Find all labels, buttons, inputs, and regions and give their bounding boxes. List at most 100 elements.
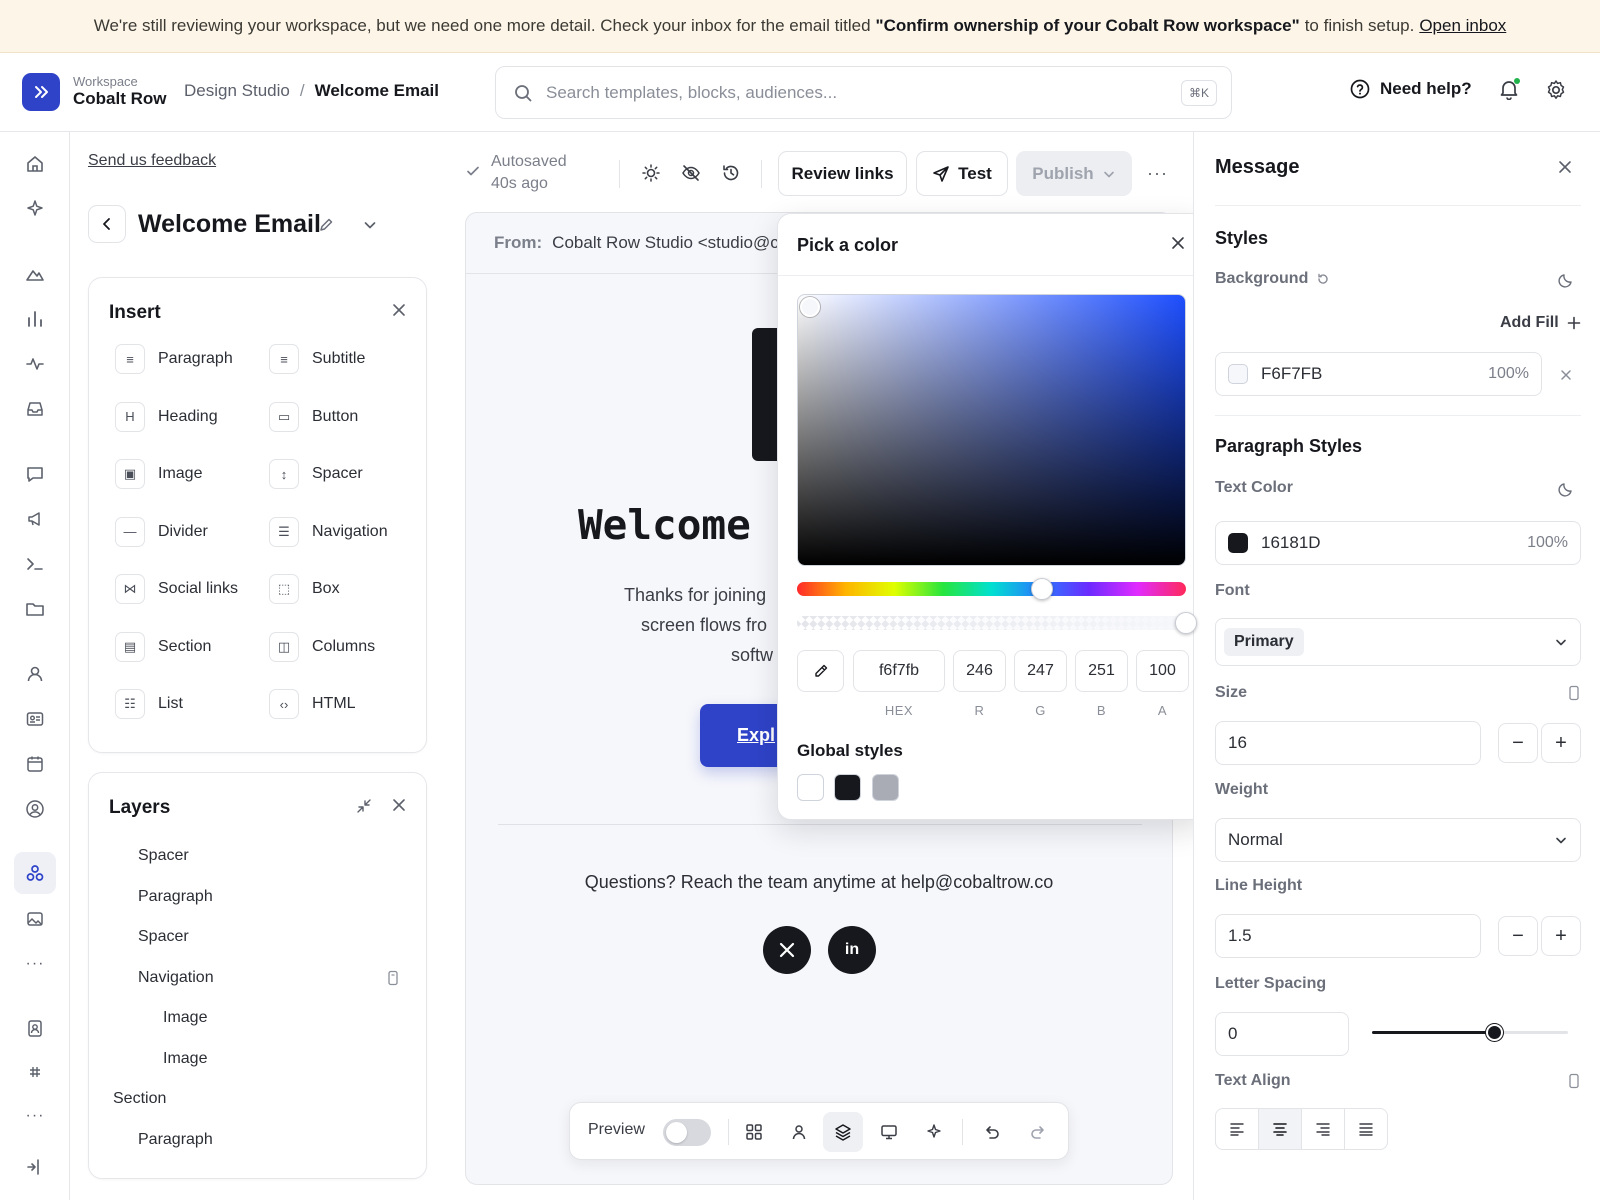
- close-insert-button[interactable]: [392, 303, 406, 317]
- more-apps-icon[interactable]: ···: [24, 953, 46, 975]
- audience-icon[interactable]: [14, 852, 56, 894]
- gallery-icon[interactable]: [24, 908, 46, 930]
- hex-input[interactable]: f6f7fb: [853, 650, 945, 692]
- align-left-icon[interactable]: [1216, 1109, 1259, 1149]
- collapse-rail-icon[interactable]: [24, 1156, 46, 1178]
- insert-item-paragraph[interactable]: ≡ Paragraph: [115, 344, 233, 374]
- email-heading[interactable]: Welcome t: [578, 501, 800, 549]
- remove-fill-button[interactable]: [1560, 369, 1572, 381]
- blocks-grid-icon[interactable]: [742, 1120, 766, 1144]
- insert-item-columns[interactable]: ◫ Columns: [269, 631, 375, 662]
- align-right-icon[interactable]: [1302, 1109, 1345, 1149]
- magic-icon[interactable]: [922, 1120, 946, 1144]
- global-swatch-gray[interactable]: [872, 774, 899, 801]
- red-input[interactable]: 246: [953, 650, 1006, 692]
- layer-item[interactable]: Image: [163, 1050, 207, 1068]
- size-input[interactable]: 16: [1215, 721, 1481, 765]
- alpha-input[interactable]: 100: [1136, 650, 1189, 692]
- notifications-button[interactable]: [1498, 78, 1520, 100]
- close-panel-button[interactable]: [1558, 160, 1572, 174]
- saturation-value-area[interactable]: [797, 294, 1186, 566]
- responsive-align-icon[interactable]: [1569, 1073, 1579, 1089]
- letter-spacing-input[interactable]: 0: [1215, 1012, 1349, 1056]
- text-color-field[interactable]: 16181D 100%: [1215, 521, 1581, 565]
- search-input[interactable]: Search templates, blocks, audiences...: [546, 83, 1181, 103]
- test-button[interactable]: Test: [916, 151, 1008, 196]
- folder-icon[interactable]: [24, 598, 46, 620]
- saturation-handle[interactable]: [800, 297, 820, 317]
- person-icon[interactable]: [787, 1120, 811, 1144]
- theme-toggle-button[interactable]: [641, 163, 661, 183]
- history-button[interactable]: [721, 163, 741, 183]
- eyedropper-button[interactable]: [797, 650, 844, 692]
- weight-select[interactable]: Normal: [1215, 818, 1581, 862]
- background-fill-field[interactable]: F6F7FB 100%: [1215, 352, 1542, 396]
- home-icon[interactable]: [24, 153, 46, 175]
- calendar-icon[interactable]: [24, 753, 46, 775]
- collapse-layers-button[interactable]: [356, 798, 372, 814]
- back-button[interactable]: [88, 205, 126, 243]
- text-color-swatch[interactable]: [1228, 533, 1248, 553]
- hide-button[interactable]: [681, 163, 701, 183]
- mountain-icon[interactable]: [24, 263, 46, 285]
- terminal-icon[interactable]: [24, 553, 46, 575]
- global-search[interactable]: Search templates, blocks, audiences... ⌘…: [495, 66, 1232, 119]
- align-center-icon[interactable]: [1259, 1109, 1302, 1149]
- integrations-icon[interactable]: [24, 1061, 46, 1083]
- reset-icon[interactable]: [1316, 272, 1330, 286]
- size-increment-button[interactable]: +: [1541, 723, 1581, 763]
- document-menu-button[interactable]: [362, 217, 378, 233]
- account-circle-icon[interactable]: [24, 798, 46, 820]
- insert-item-social-links[interactable]: ⋈ Social links: [115, 574, 238, 604]
- layer-item[interactable]: Spacer: [138, 928, 189, 946]
- close-layers-button[interactable]: [392, 798, 406, 812]
- font-select[interactable]: Primary: [1215, 618, 1581, 666]
- hue-handle[interactable]: [1031, 578, 1054, 600]
- need-help-button[interactable]: Need help?: [1350, 79, 1472, 99]
- layer-item[interactable]: Image: [163, 1009, 207, 1027]
- insert-item-section[interactable]: ▤ Section: [115, 631, 211, 662]
- desktop-icon[interactable]: [877, 1120, 901, 1144]
- insert-item-box[interactable]: ⬚ Box: [269, 574, 340, 604]
- slider-handle[interactable]: [1485, 1024, 1503, 1041]
- insert-item-list[interactable]: ☷ List: [115, 689, 183, 719]
- layer-item[interactable]: Paragraph: [138, 1131, 213, 1149]
- preview-toggle[interactable]: [663, 1119, 711, 1146]
- hue-slider[interactable]: [797, 578, 1186, 600]
- breadcrumb-design-studio[interactable]: Design Studio: [184, 81, 290, 101]
- email-body-line[interactable]: screen flows fro: [641, 615, 767, 636]
- badge-icon[interactable]: [24, 1017, 46, 1039]
- workspace-logo-button[interactable]: [22, 73, 60, 111]
- email-body-line[interactable]: softw: [731, 645, 773, 666]
- more-options-icon[interactable]: ···: [24, 1105, 46, 1127]
- contact-card-icon[interactable]: [24, 708, 46, 730]
- inbox-icon[interactable]: [24, 398, 46, 420]
- responsive-size-icon[interactable]: [1569, 685, 1579, 701]
- letter-spacing-slider[interactable]: [1372, 1024, 1568, 1041]
- chat-icon[interactable]: [24, 463, 46, 485]
- more-actions-button[interactable]: ···: [1147, 163, 1168, 184]
- redo-icon[interactable]: [1026, 1120, 1050, 1144]
- align-justify-icon[interactable]: [1345, 1109, 1387, 1149]
- email-body-line[interactable]: Thanks for joining: [624, 585, 766, 606]
- line-height-decrement-button[interactable]: −: [1498, 916, 1538, 956]
- workspace-switcher[interactable]: Workspace Cobalt Row: [73, 74, 167, 108]
- open-inbox-link[interactable]: Open inbox: [1419, 16, 1506, 36]
- rename-button[interactable]: [318, 217, 334, 233]
- layer-item[interactable]: Navigation: [138, 969, 214, 987]
- megaphone-icon[interactable]: [24, 508, 46, 530]
- insert-item-image[interactable]: ▣ Image: [115, 459, 202, 489]
- dark-mode-background-button[interactable]: [1558, 272, 1574, 288]
- insert-item-navigation[interactable]: ☰ Navigation: [269, 516, 388, 547]
- line-height-increment-button[interactable]: +: [1541, 916, 1581, 956]
- global-swatch-white[interactable]: [797, 774, 824, 801]
- linkedin-social-icon[interactable]: in: [828, 926, 876, 974]
- alpha-slider[interactable]: [797, 612, 1197, 634]
- blue-input[interactable]: 251: [1075, 650, 1128, 692]
- user-icon[interactable]: [24, 663, 46, 685]
- dark-mode-text-button[interactable]: [1558, 481, 1574, 497]
- insert-item-button[interactable]: ▭ Button: [269, 401, 358, 432]
- insert-item-divider[interactable]: — Divider: [115, 516, 208, 547]
- sparkle-icon[interactable]: [24, 198, 46, 220]
- insert-item-html[interactable]: ‹› HTML: [269, 689, 356, 719]
